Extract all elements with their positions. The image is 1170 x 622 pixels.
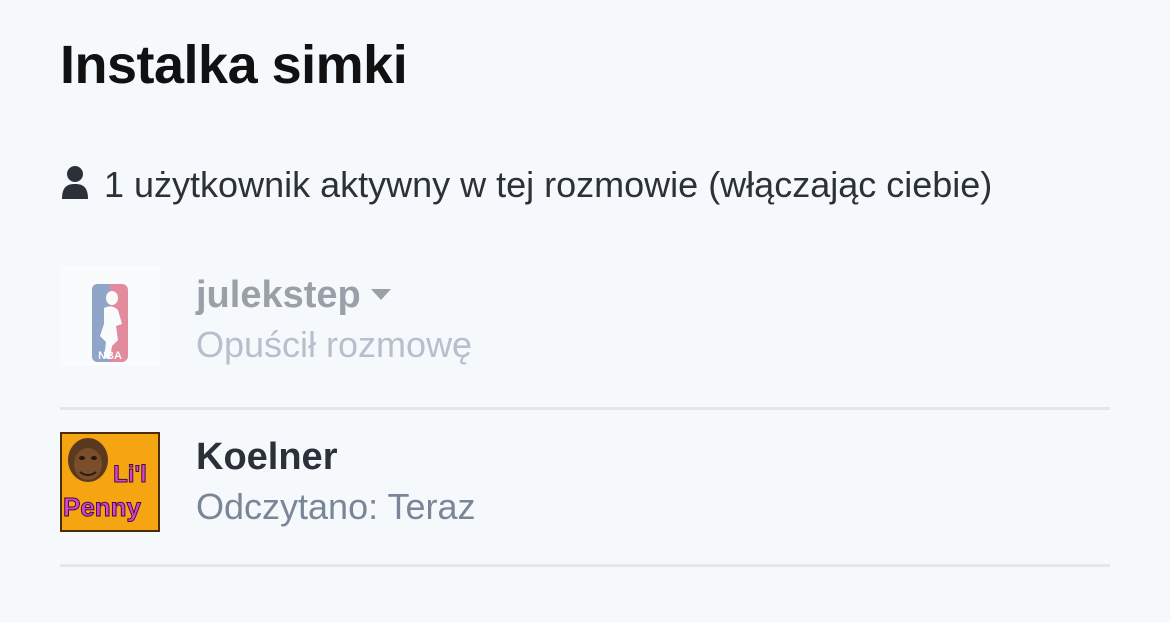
user-status: Odczytano: Teraz [196, 486, 476, 527]
lil-penny-avatar-icon: Li'l Penny [60, 432, 160, 532]
user-status: Opuścił rozmowę [196, 324, 473, 365]
svg-text:NBA: NBA [98, 350, 122, 362]
participant-row: Li'l Penny Koelner Odczytano: Teraz [60, 410, 1110, 567]
username-julekstep[interactable]: julekstep [196, 274, 391, 317]
nba-logo-icon: NBA [60, 266, 160, 366]
participant-list: NBA julekstep Opuścił rozmowę Li'l Penny… [60, 256, 1110, 567]
active-users-text: 1 użytkownik aktywny w tej rozmowie (włą… [104, 164, 993, 205]
avatar-text-1: Li'l [113, 461, 147, 488]
username-label: julekstep [196, 274, 361, 316]
page-title: Instalka simki [60, 35, 408, 95]
participant-row: NBA julekstep Opuścił rozmowę [60, 256, 1110, 410]
username-koelner[interactable]: Koelner [196, 436, 337, 479]
chevron-down-icon[interactable] [370, 289, 391, 300]
conversation-page: Instalka simki 1 użytkownik aktywny w te… [0, 0, 1170, 622]
active-users-info: 1 użytkownik aktywny w tej rozmowie (włą… [60, 160, 1040, 210]
avatar[interactable]: NBA [60, 266, 160, 366]
user-icon [62, 166, 88, 199]
avatar[interactable]: Li'l Penny [60, 432, 160, 532]
avatar-text-2: Penny [63, 492, 142, 522]
